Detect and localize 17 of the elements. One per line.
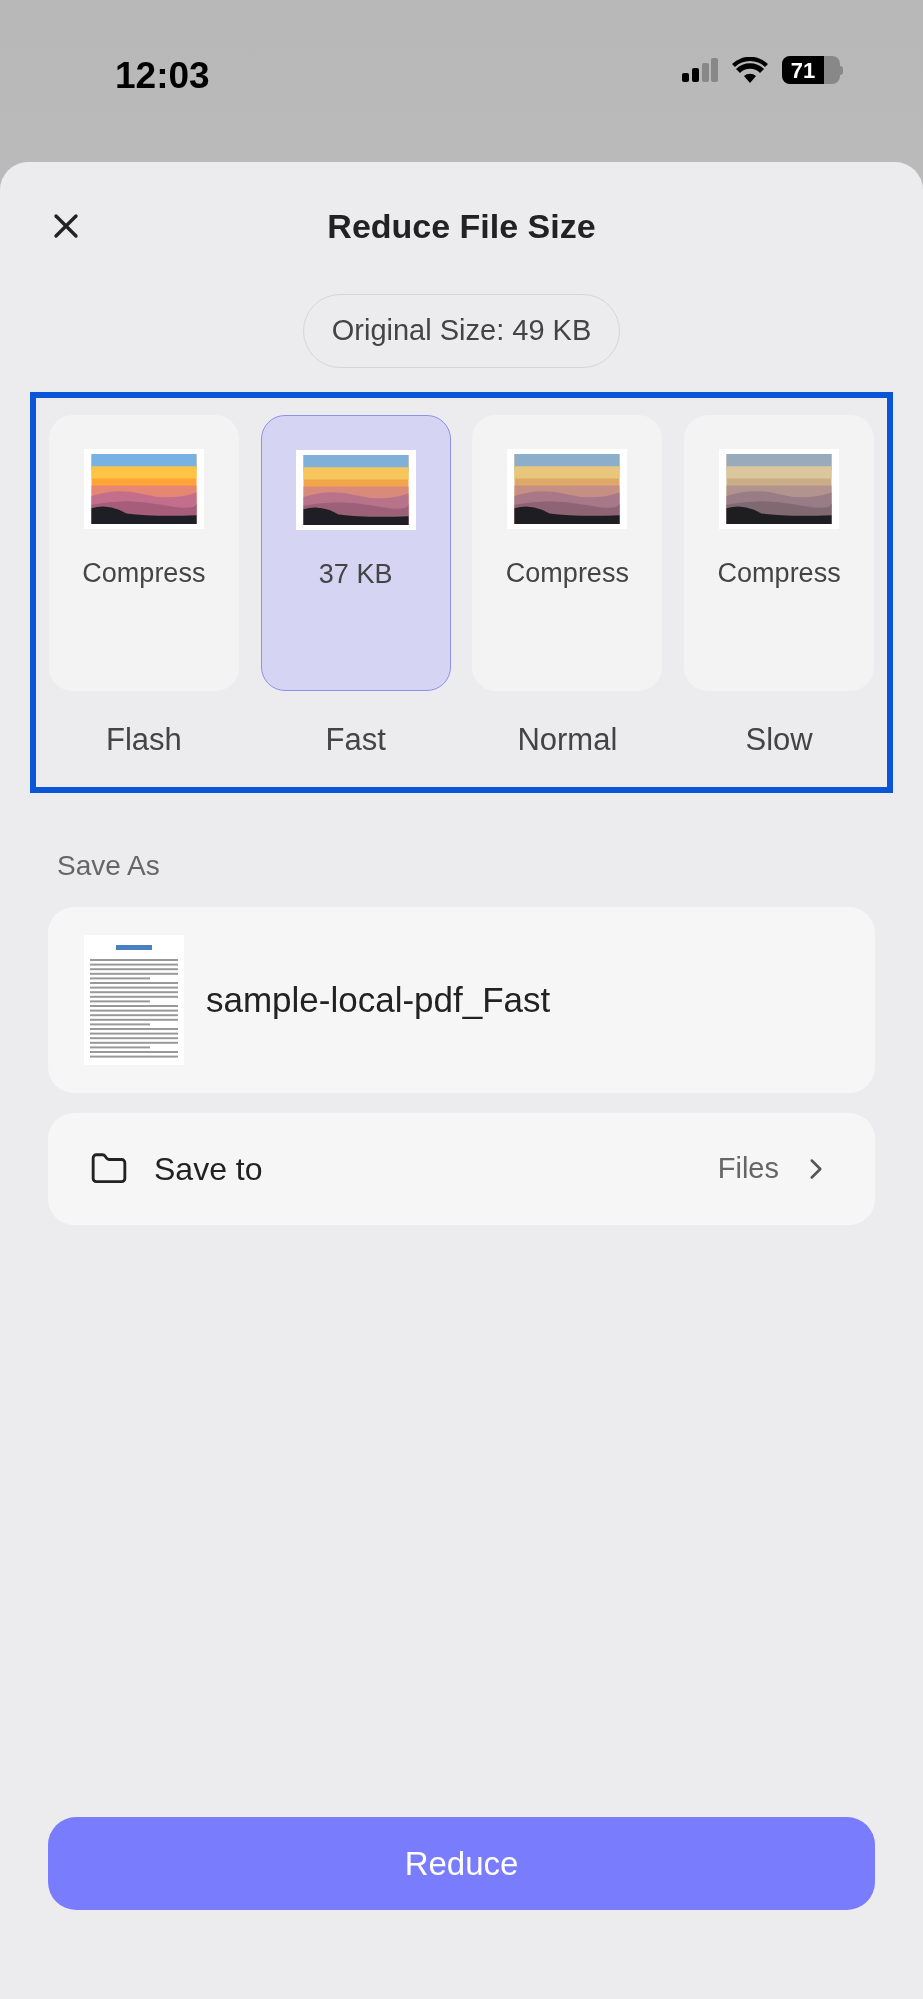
compression-option-card[interactable]: Compress bbox=[684, 415, 875, 691]
option-name: Fast bbox=[325, 721, 386, 759]
battery-icon: 71 bbox=[782, 56, 843, 84]
status-time: 12:03 bbox=[115, 54, 210, 98]
filename-text: sample-local-pdf_Fast bbox=[206, 978, 551, 1021]
save-as-label: Save As bbox=[57, 849, 160, 883]
option-name: Normal bbox=[517, 721, 618, 759]
wifi-icon bbox=[732, 57, 768, 83]
option-name: Flash bbox=[105, 721, 182, 759]
sheet-title: Reduce File Size bbox=[327, 205, 596, 247]
save-to-row[interactable]: Save to Files bbox=[48, 1113, 875, 1225]
signal-icon bbox=[682, 58, 718, 82]
pdf-thumbnail-icon bbox=[84, 935, 184, 1065]
compression-option-card[interactable]: Compress bbox=[472, 415, 663, 691]
option-name: Slow bbox=[745, 721, 813, 759]
compression-option-card[interactable]: Compress bbox=[48, 415, 239, 691]
compression-option-card[interactable]: 37 KB bbox=[260, 415, 451, 691]
